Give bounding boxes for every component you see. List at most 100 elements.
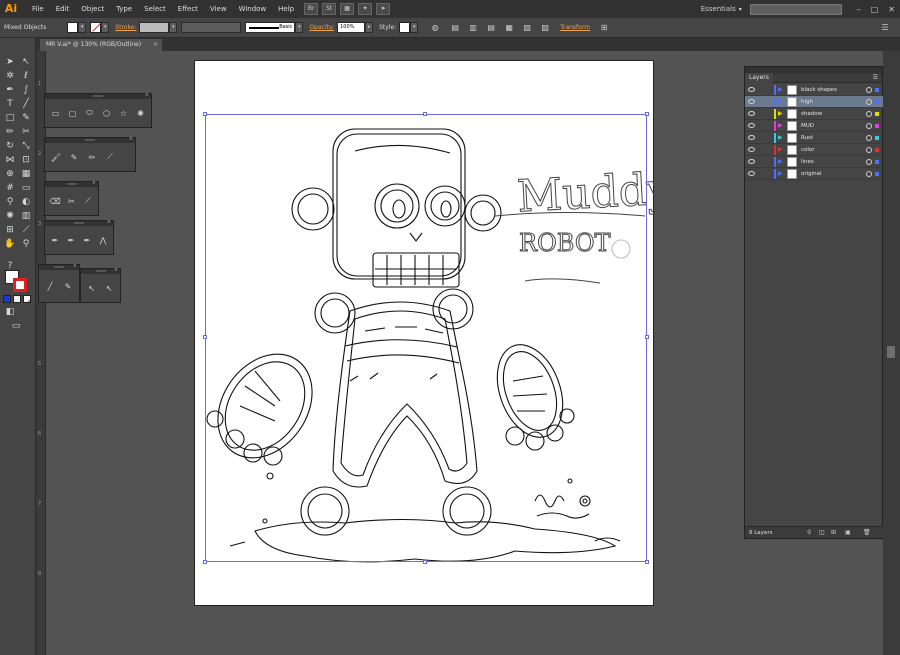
rectangle-tool-icon[interactable]: ▭	[49, 109, 62, 118]
transform-link[interactable]: Transform	[560, 24, 590, 31]
eye-icon[interactable]	[748, 147, 755, 152]
direct-selection-icon[interactable]: ↖	[19, 56, 33, 68]
stock-button[interactable]: St	[322, 3, 337, 15]
brush-tools-panel[interactable]: × 🖌 ✎ ✏ ⟋	[44, 136, 136, 172]
fill-swatch[interactable]	[67, 22, 79, 33]
expand-triangle-icon[interactable]: ▶	[778, 120, 783, 132]
selection-tools-panel[interactable]: × ↖ ↖	[80, 267, 121, 303]
selection-indicator[interactable]	[875, 100, 879, 104]
paintbrush-icon[interactable]: 🖌	[49, 153, 63, 162]
selection-indicator[interactable]	[875, 88, 879, 92]
eye-icon[interactable]	[748, 87, 755, 92]
flare-tool-icon[interactable]: ✺	[134, 109, 147, 118]
menu-view[interactable]: View	[204, 5, 233, 13]
opacity-label[interactable]: Opacity:	[309, 24, 334, 31]
line-tool-icon[interactable]: ╱	[19, 98, 33, 110]
bbox-handle[interactable]	[423, 560, 427, 564]
stroke-swatch[interactable]	[90, 22, 102, 33]
magic-wand-icon[interactable]: ✲	[3, 70, 17, 82]
search-input[interactable]	[749, 3, 842, 15]
align-left-icon[interactable]: ▤	[450, 23, 460, 33]
blob-brush-icon[interactable]: ✎	[67, 153, 81, 162]
target-icon[interactable]	[866, 99, 872, 105]
shaper-tool-icon[interactable]: ✎	[61, 282, 75, 291]
layer-row[interactable]: ▶ high	[745, 96, 884, 108]
eye-icon[interactable]	[748, 123, 755, 128]
layer-name[interactable]: Rust	[801, 132, 813, 144]
layer-row[interactable]: ▶ black shapes	[745, 84, 884, 96]
opacity-field[interactable]: 100%	[337, 22, 366, 33]
target-icon[interactable]	[866, 123, 872, 129]
expand-triangle-icon[interactable]: ▶	[778, 144, 783, 156]
expand-triangle-icon[interactable]: ▶	[778, 84, 783, 96]
star-tool-icon[interactable]: ☆	[117, 109, 130, 118]
menu-file[interactable]: File	[26, 5, 50, 13]
selection-bounding-box[interactable]	[203, 112, 649, 564]
eye-icon[interactable]	[748, 111, 755, 116]
align-center-icon[interactable]: ▥	[468, 23, 478, 33]
variable-width-field[interactable]	[181, 22, 242, 33]
selection-indicator[interactable]	[875, 136, 879, 140]
new-sublayer-icon[interactable]: ⊞	[831, 527, 836, 539]
eye-icon[interactable]	[748, 99, 755, 104]
layer-name[interactable]: black shapes	[801, 84, 837, 96]
selection-indicator[interactable]	[875, 172, 879, 176]
align-top-icon[interactable]: ▦	[504, 23, 514, 33]
menu-object[interactable]: Object	[75, 5, 110, 13]
slice-tool-icon[interactable]: ⟋	[19, 224, 33, 236]
pen-tool-icon[interactable]: ✒	[49, 236, 61, 245]
shape-tools-panel[interactable]: × ▭ ▢ ⬭ ⬡ ☆ ✺	[44, 92, 152, 128]
eraser-tool-icon[interactable]: ⌫	[49, 197, 61, 206]
stroke-weight-dropdown[interactable]: ▾	[169, 22, 178, 33]
layer-name[interactable]: high	[801, 96, 813, 108]
scale-tool-icon[interactable]: ⤡	[19, 140, 33, 152]
layer-name[interactable]: MUD	[801, 120, 814, 132]
target-icon[interactable]	[866, 111, 872, 117]
stroke-weight-field[interactable]	[139, 22, 170, 33]
bbox-handle[interactable]	[645, 112, 649, 116]
fill-dropdown[interactable]: ▾	[78, 22, 87, 33]
bbox-handle[interactable]	[203, 560, 207, 564]
expand-triangle-icon[interactable]: ▶	[778, 96, 783, 108]
line-segment-icon[interactable]: ╱	[43, 282, 57, 291]
panel-header[interactable]: ×	[39, 263, 79, 270]
document-tab[interactable]: MR V.ai* @ 130% (RGB/Outline) ×	[40, 39, 162, 51]
mesh-tool-icon[interactable]: #	[3, 182, 17, 194]
target-icon[interactable]	[866, 135, 872, 141]
menu-effect[interactable]: Effect	[172, 5, 204, 13]
brush-definition-field[interactable]: Basic	[245, 22, 296, 33]
clipping-mask-icon[interactable]: ◫	[819, 527, 825, 539]
panel-header[interactable]: ×	[81, 267, 120, 274]
isolate-icon[interactable]: ⊞	[599, 23, 609, 33]
ellipse-tool-icon[interactable]: ⬭	[83, 108, 96, 118]
close-icon[interactable]: ×	[107, 219, 111, 225]
scissors-tool-icon[interactable]: ✂	[65, 197, 77, 206]
close-tab-icon[interactable]: ×	[153, 39, 158, 51]
target-icon[interactable]	[866, 171, 872, 177]
gradient-mode-icon[interactable]	[13, 295, 21, 303]
bbox-handle[interactable]	[423, 112, 427, 116]
gpu-icon[interactable]: ✦	[358, 3, 373, 15]
pencil-tool-icon[interactable]: ✏	[85, 153, 99, 162]
selection-indicator[interactable]	[875, 148, 879, 152]
type-tool-icon[interactable]: T	[3, 98, 17, 110]
opacity-dropdown[interactable]: ▸	[365, 22, 374, 33]
close-icon[interactable]: ×	[92, 180, 96, 186]
hand-tool-icon[interactable]: ✋	[3, 238, 17, 250]
shape-builder-icon[interactable]: ⊕	[3, 168, 17, 180]
panel-header[interactable]: ×	[45, 92, 151, 99]
close-icon[interactable]: ×	[129, 136, 133, 142]
perspective-grid-icon[interactable]: ▦	[19, 168, 33, 180]
curvature-tool-icon[interactable]: ∫	[19, 84, 33, 96]
eraser-tools-panel[interactable]: × ⌫ ✂ ⟋	[44, 180, 99, 216]
align-right-icon[interactable]: ▤	[486, 23, 496, 33]
menu-select[interactable]: Select	[138, 5, 172, 13]
selection-indicator[interactable]	[875, 160, 879, 164]
layer-row[interactable]: ▶ Rust	[745, 132, 884, 144]
stroke-dropdown[interactable]: ▾	[101, 22, 110, 33]
layer-name[interactable]: shadow	[801, 108, 822, 120]
blend-tool-icon[interactable]: ◐	[19, 196, 33, 208]
selection-tool-icon[interactable]: ➤	[3, 56, 17, 68]
expand-triangle-icon[interactable]: ▶	[778, 156, 783, 168]
selection-indicator[interactable]	[875, 112, 879, 116]
